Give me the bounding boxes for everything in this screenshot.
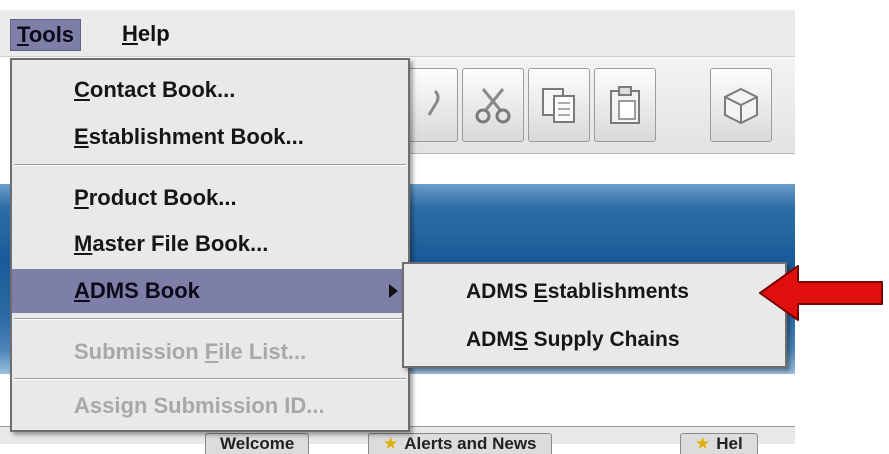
menu-item-adms-book[interactable]: ADMS Book — [12, 269, 408, 313]
menu-bar: Tools Help — [0, 10, 795, 57]
menu-item-assign-submission-id: Assign Submission ID... — [74, 393, 325, 418]
paste-partial-icon — [427, 89, 440, 116]
copy-button[interactable] — [528, 68, 590, 142]
menu-tools[interactable]: Tools — [10, 19, 82, 51]
menu-item-adms-supply-chains[interactable]: ADMS Supply Chains — [404, 318, 785, 362]
adms-book-submenu: ADMS Establishments ADMS Supply Chains — [402, 262, 787, 368]
paste-icon — [610, 86, 640, 124]
menu-item-product-book[interactable]: Product Book... — [12, 176, 408, 220]
menu-separator — [14, 164, 406, 166]
menu-item-contact-book[interactable]: Contact Book... — [12, 68, 408, 112]
package-icon — [724, 87, 758, 125]
star-icon: ★ — [383, 434, 399, 453]
tab-help[interactable]: ★ Hel — [680, 433, 758, 454]
menu-item-submission-file-list: Submission File List... — [74, 339, 307, 364]
tab-alerts-and-news[interactable]: ★ Alerts and News — [368, 433, 552, 454]
menu-separator — [14, 378, 406, 380]
paste-button[interactable] — [594, 68, 656, 142]
package-button[interactable] — [710, 68, 772, 142]
tools-dropdown-menu: Contact Book... Establishment Book... Pr… — [10, 58, 410, 432]
cut-button[interactable] — [462, 68, 524, 142]
cut-icon — [475, 88, 511, 124]
toolbar — [396, 57, 795, 154]
menu-item-master-file-book[interactable]: Master File Book... — [12, 222, 408, 266]
red-pointer-arrow-icon — [759, 265, 883, 321]
menu-item-establishment-book[interactable]: Establishment Book... — [12, 115, 408, 159]
tab-welcome[interactable]: Welcome — [205, 433, 310, 454]
menu-help[interactable]: Help — [116, 19, 176, 49]
content-gap — [410, 154, 795, 184]
copy-icon — [542, 88, 575, 123]
menu-item-adms-establishments[interactable]: ADMS Establishments — [404, 270, 785, 314]
menu-separator — [14, 318, 406, 320]
submenu-arrow-icon — [389, 284, 398, 298]
star-icon: ★ — [695, 434, 711, 453]
